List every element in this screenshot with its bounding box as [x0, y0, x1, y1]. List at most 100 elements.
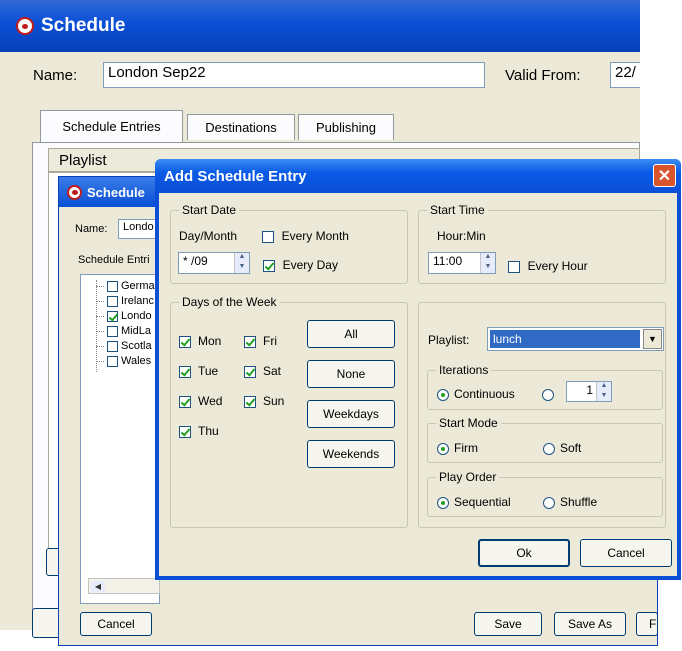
tree-item[interactable]: MidLa: [96, 325, 151, 337]
thursday-box[interactable]: [179, 425, 191, 438]
tree-item-checkbox[interactable]: [107, 280, 118, 292]
save-as-button-label: Save As: [567, 617, 613, 631]
monday-checkbox[interactable]: Mon: [179, 333, 221, 348]
time-spin-buttons[interactable]: ▲ ▼: [480, 253, 495, 273]
iterations-spinner[interactable]: 1 ▲ ▼: [566, 381, 612, 402]
shuffle-radio-dot[interactable]: [543, 496, 555, 509]
saturday-box[interactable]: [244, 365, 256, 378]
friday-checkbox[interactable]: Fri: [244, 333, 277, 348]
sequential-radio-dot[interactable]: [437, 496, 449, 509]
tree-item[interactable]: Wales: [96, 355, 151, 367]
hourmin-label: Hour:Min: [437, 229, 486, 243]
tree-item[interactable]: Londo: [96, 310, 152, 322]
shuffle-radio[interactable]: Shuffle: [543, 494, 597, 509]
every-day-box[interactable]: [263, 259, 275, 272]
tree-item-checkbox[interactable]: [107, 340, 118, 352]
tab-publishing[interactable]: Publishing: [298, 114, 394, 140]
thursday-label: Thu: [198, 424, 219, 438]
wednesday-box[interactable]: [179, 395, 191, 408]
name-field-2-value: Londo: [123, 221, 154, 233]
all-button-label: All: [344, 327, 358, 341]
app-icon: [67, 184, 82, 200]
ok-button[interactable]: Ok: [478, 539, 570, 567]
weekdays-button[interactable]: Weekdays: [307, 400, 395, 428]
name-label: Name:: [33, 67, 78, 84]
weekends-button[interactable]: Weekends: [307, 440, 395, 468]
tree-item-label: Wales: [121, 355, 152, 367]
every-month-checkbox[interactable]: Every Month: [262, 228, 349, 243]
cancel-button-2[interactable]: Cancel: [80, 612, 152, 636]
horizontal-scrollbar[interactable]: ◀: [88, 578, 160, 594]
tab-schedule-entries[interactable]: Schedule Entries: [40, 110, 183, 142]
continuous-radio[interactable]: Continuous: [437, 386, 515, 401]
start-mode-legend: Start Mode: [436, 416, 501, 430]
count-radio[interactable]: [542, 386, 554, 401]
save-as-button[interactable]: Save As: [554, 612, 626, 636]
days-legend: Days of the Week: [179, 295, 280, 309]
dialog-cancel-button-label: Cancel: [607, 546, 645, 560]
count-radio-dot[interactable]: [542, 388, 554, 401]
start-date-legend: Start Date: [179, 203, 240, 217]
sequential-radio[interactable]: Sequential: [437, 494, 511, 509]
name-field-2[interactable]: Londo: [118, 219, 160, 239]
save-button-label: Save: [494, 617, 522, 631]
every-month-label: Every Month: [281, 229, 349, 243]
none-button[interactable]: None: [307, 360, 395, 388]
save-button[interactable]: Save: [474, 612, 542, 636]
monday-label: Mon: [198, 334, 222, 348]
wednesday-checkbox[interactable]: Wed: [179, 393, 222, 408]
tree-item-checkbox[interactable]: [107, 310, 118, 322]
tuesday-label: Tue: [198, 364, 219, 378]
iterations-value: 1: [586, 383, 593, 397]
date-spinner[interactable]: * /09 ▲ ▼: [178, 252, 250, 274]
monday-box[interactable]: [179, 335, 191, 348]
tab-label: Schedule Entries: [62, 119, 161, 134]
tree-item-checkbox[interactable]: [107, 355, 118, 367]
playlist-selected: lunch: [490, 330, 640, 348]
time-value: 11:00: [433, 254, 463, 268]
continuous-radio-dot[interactable]: [437, 388, 449, 401]
every-hour-checkbox[interactable]: Every Hour: [508, 258, 588, 273]
tree-item-label: Scotla: [121, 340, 152, 352]
tab-schedule-entries-2[interactable]: Schedule Entri: [78, 254, 150, 266]
soft-radio[interactable]: Soft: [543, 440, 581, 455]
friday-box[interactable]: [244, 335, 256, 348]
tree-item[interactable]: Scotla: [96, 340, 152, 352]
ok-button-label: Ok: [516, 546, 532, 560]
every-month-box[interactable]: [262, 230, 274, 243]
all-button[interactable]: All: [307, 320, 395, 348]
tuesday-checkbox[interactable]: Tue: [179, 363, 218, 378]
scroll-left-arrow-icon[interactable]: ◀: [91, 581, 105, 592]
soft-radio-dot[interactable]: [543, 442, 555, 455]
dropdown-arrow-icon[interactable]: ▼: [643, 329, 662, 349]
thursday-checkbox[interactable]: Thu: [179, 423, 219, 438]
every-day-checkbox[interactable]: Every Day: [263, 257, 338, 272]
dialog-cancel-button[interactable]: Cancel: [580, 539, 672, 567]
tree-item[interactable]: Germa: [96, 280, 155, 292]
cut-off-button[interactable]: F: [636, 612, 658, 636]
schedule-window-2-title: Schedule: [87, 184, 145, 200]
tab-destinations[interactable]: Destinations: [187, 114, 295, 140]
firm-radio-dot[interactable]: [437, 442, 449, 455]
tuesday-box[interactable]: [179, 365, 191, 378]
time-spinner[interactable]: 11:00 ▲ ▼: [428, 252, 496, 274]
firm-radio[interactable]: Firm: [437, 440, 478, 455]
iterations-spin-buttons[interactable]: ▲ ▼: [596, 382, 611, 401]
sunday-box[interactable]: [244, 395, 256, 408]
continuous-label: Continuous: [454, 387, 515, 401]
valid-from-field[interactable]: 22/: [610, 62, 640, 88]
tab-label: Publishing: [316, 120, 376, 135]
sunday-checkbox[interactable]: Sun: [244, 393, 284, 408]
name-field[interactable]: London Sep22: [103, 62, 485, 88]
tree-item-checkbox[interactable]: [107, 295, 118, 307]
tree-item[interactable]: Irelanc: [96, 295, 154, 307]
every-hour-box[interactable]: [508, 260, 520, 273]
date-spin-buttons[interactable]: ▲ ▼: [234, 253, 249, 273]
dialog-title: Add Schedule Entry: [164, 167, 307, 185]
name-field-value: London Sep22: [108, 64, 206, 81]
saturday-label: Sat: [263, 364, 282, 378]
close-button[interactable]: ✕: [653, 164, 676, 187]
saturday-checkbox[interactable]: Sat: [244, 363, 281, 378]
playlist-select[interactable]: lunch ▼: [487, 327, 664, 351]
tree-item-checkbox[interactable]: [107, 325, 118, 337]
